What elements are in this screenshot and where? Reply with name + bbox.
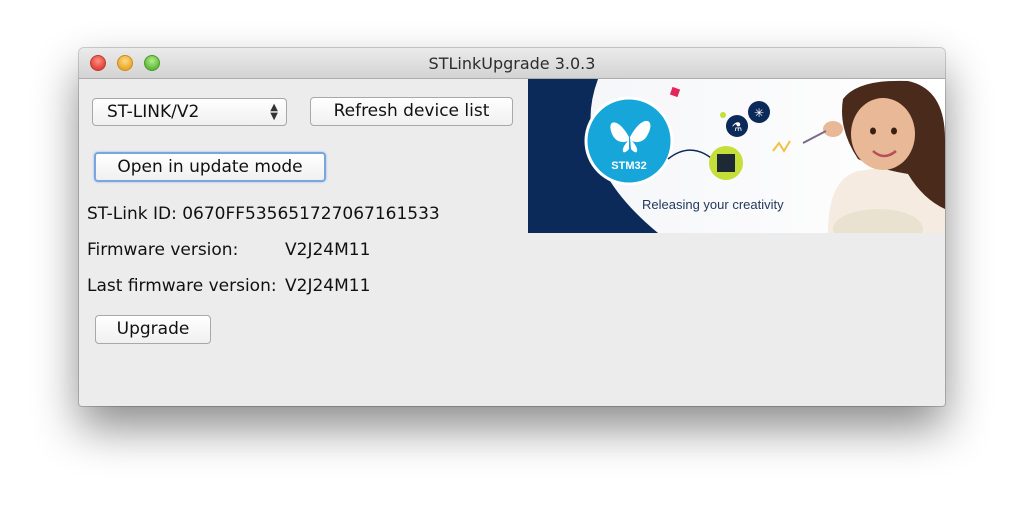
svg-text:⚗: ⚗ xyxy=(732,120,743,134)
title-bar[interactable]: STLinkUpgrade 3.0.3 xyxy=(79,48,945,79)
banner-logo-text: STM32 xyxy=(611,160,646,172)
refresh-device-list-button[interactable]: Refresh device list xyxy=(310,97,513,126)
select-arrows-icon: ▲ ▼ xyxy=(270,102,278,122)
last-firmware-version-value: V2J24M11 xyxy=(285,276,371,296)
open-update-mode-button[interactable]: Open in update mode xyxy=(94,152,326,182)
stlink-id-value: 0670FF535651727067161533 xyxy=(182,204,440,224)
upgrade-button[interactable]: Upgrade xyxy=(95,315,211,344)
last-firmware-version-label: Last firmware version: xyxy=(87,276,277,296)
stm32-banner-image: STM32 ⚗ ✳ Releasing your creativity xyxy=(528,79,945,233)
device-select[interactable]: ST-LINK/V2 ▲ ▼ xyxy=(92,98,287,126)
stlink-id-row: ST-Link ID: 0670FF535651727067161533 xyxy=(87,204,440,224)
app-window: STLinkUpgrade 3.0.3 ST-LINK/V2 ▲ ▼ Refres… xyxy=(79,48,945,406)
device-select-value: ST-LINK/V2 xyxy=(107,102,200,122)
stlink-id-label: ST-Link ID: xyxy=(87,204,177,224)
banner-tagline: Releasing your creativity xyxy=(642,197,784,212)
window-title: STLinkUpgrade 3.0.3 xyxy=(428,54,596,73)
firmware-version-label: Firmware version: xyxy=(87,240,239,260)
svg-text:✳: ✳ xyxy=(754,106,764,120)
banner-graphic: STM32 ⚗ ✳ Releasing your creativity xyxy=(528,79,945,233)
firmware-version-value: V2J24M11 xyxy=(285,240,371,260)
